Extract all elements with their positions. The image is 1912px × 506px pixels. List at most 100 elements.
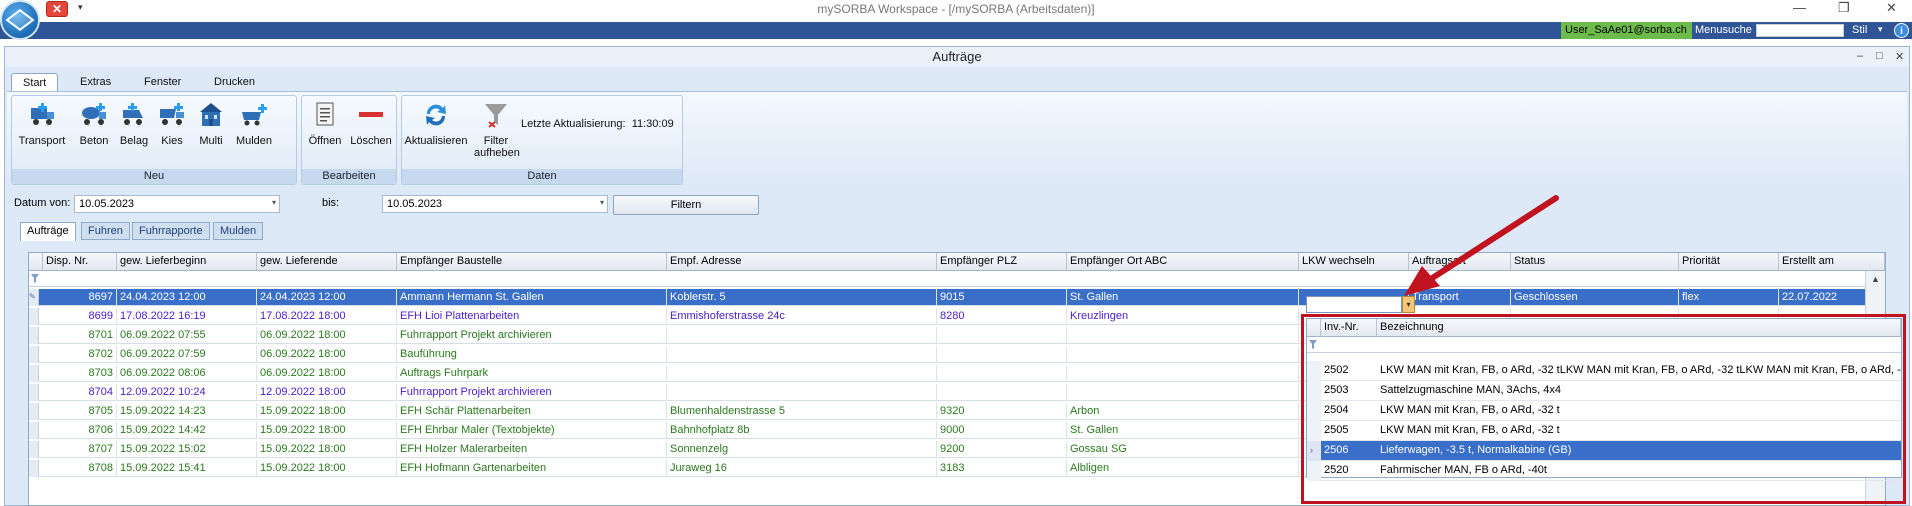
cell-disp-nr[interactable]: 8703 — [43, 365, 117, 382]
col-adresse[interactable]: Empf. Adresse — [667, 253, 937, 271]
lkw-change-input[interactable] — [1306, 296, 1402, 313]
cell-disp-nr[interactable]: 8701 — [43, 327, 117, 344]
style-dropdown-icon[interactable]: ▾ — [1878, 24, 1883, 35]
cell-ort[interactable]: St. Gallen — [1067, 422, 1299, 439]
dropdown-cell-desc[interactable]: LKW MAN mit Kran, FB, o ARd, -32 t — [1377, 401, 1901, 421]
cell-adresse[interactable] — [667, 365, 937, 382]
cell-disp-nr[interactable]: 8702 — [43, 346, 117, 363]
cell-adresse[interactable]: Bahnhofplatz 8b — [667, 422, 937, 439]
col-prioritaet[interactable]: Priorität — [1679, 253, 1779, 271]
cell-adresse[interactable] — [667, 346, 937, 363]
dropdown-row[interactable]: 2502 LKW MAN mit Kran, FB, o ARd, -32 tLK… — [1307, 361, 1901, 381]
cell-adresse[interactable] — [667, 384, 937, 401]
col-lieferbeginn[interactable]: gew. Lieferbeginn — [117, 253, 257, 271]
row-indicator[interactable] — [29, 441, 39, 458]
cell-ort[interactable]: St. Gallen — [1067, 289, 1299, 306]
col-disp-nr[interactable]: Disp. Nr. — [43, 253, 117, 271]
cell-disp-nr[interactable]: 8706 — [43, 422, 117, 439]
cell-lieferbeginn[interactable]: 06.09.2022 07:59 — [117, 346, 257, 363]
cell-lieferende[interactable]: 15.09.2022 18:00 — [257, 403, 397, 420]
dropdown-filter-row[interactable] — [1307, 337, 1901, 353]
cell-lieferende[interactable]: 15.09.2022 18:00 — [257, 422, 397, 439]
cell-plz[interactable] — [937, 365, 1067, 382]
cell-disp-nr[interactable]: 8699 — [43, 308, 117, 325]
window-restore-button[interactable]: ❐ — [1838, 0, 1850, 16]
cell-plz[interactable] — [937, 327, 1067, 344]
open-button[interactable]: Öffnen — [304, 100, 346, 147]
tab-extras[interactable]: Extras — [69, 73, 122, 91]
row-indicator[interactable] — [29, 460, 39, 477]
dropdown-cell-desc[interactable]: Fahrmischer MAN, FB o ARd, -40t — [1377, 461, 1901, 481]
cell-ort[interactable] — [1067, 365, 1299, 382]
cell-plz[interactable] — [937, 346, 1067, 363]
cell-adresse[interactable]: Juraweg 16 — [667, 460, 937, 477]
cell-ort[interactable] — [1067, 346, 1299, 363]
cell-lieferende[interactable]: 06.09.2022 18:00 — [257, 327, 397, 344]
dropdown-cell-desc[interactable]: LKW MAN mit Kran, FB, o ARd, -32 t — [1377, 421, 1901, 441]
tab-drucken[interactable]: Drucken — [203, 73, 266, 91]
cell-lieferende[interactable]: 15.09.2022 18:00 — [257, 441, 397, 458]
cell-adresse[interactable]: Koblerstr. 5 — [667, 289, 937, 306]
date-to-input[interactable]: 10.05.2023 ▾ — [382, 195, 608, 213]
col-ort[interactable]: Empfänger Ort ABC — [1067, 253, 1299, 271]
cell-baustelle[interactable]: EFH Holzer Malerarbeiten — [397, 441, 667, 458]
cell-prioritaet[interactable]: flex — [1679, 289, 1779, 306]
scroll-up-icon[interactable]: ▲ — [1871, 274, 1880, 284]
cell-disp-nr[interactable]: 8707 — [43, 441, 117, 458]
cell-plz[interactable]: 9320 — [937, 403, 1067, 420]
delete-button[interactable]: Löschen — [348, 100, 394, 147]
cell-lieferbeginn[interactable]: 17.08.2022 16:19 — [117, 308, 257, 325]
child-minimize-button[interactable]: – — [1857, 50, 1863, 62]
cell-disp-nr[interactable]: 8697 — [43, 289, 117, 306]
belag-button[interactable]: Belag — [116, 100, 152, 147]
row-indicator[interactable] — [29, 384, 39, 401]
col-erstellt[interactable]: Erstellt am — [1779, 253, 1885, 271]
cell-ort[interactable]: Arbon — [1067, 403, 1299, 420]
cell-auftragsart[interactable]: Transport — [1409, 289, 1511, 306]
cell-adresse[interactable] — [667, 327, 937, 344]
dropdown-cell-inv[interactable]: 2520 — [1321, 461, 1377, 481]
dropdown-row[interactable]: 2503 Sattelzugmaschine MAN, 3Achs, 4x4 — [1307, 381, 1901, 401]
date-from-input[interactable]: 10.05.2023 ▾ — [74, 195, 280, 213]
row-indicator[interactable] — [29, 403, 39, 420]
col-lieferende[interactable]: gew. Lieferende — [257, 253, 397, 271]
cell-plz[interactable] — [937, 384, 1067, 401]
cell-lieferbeginn[interactable]: 24.04.2023 12:00 — [117, 289, 257, 306]
cell-lieferbeginn[interactable]: 15.09.2022 14:23 — [117, 403, 257, 420]
beton-button[interactable]: Beton — [76, 100, 112, 147]
cell-lieferbeginn[interactable]: 15.09.2022 15:02 — [117, 441, 257, 458]
child-close-button[interactable]: ✕ — [1895, 50, 1904, 63]
info-icon[interactable]: i — [1894, 23, 1909, 38]
dropdown-cell-inv[interactable]: 2503 — [1321, 381, 1377, 401]
col-plz[interactable]: Empfänger PLZ — [937, 253, 1067, 271]
tab-fenster[interactable]: Fenster — [133, 73, 192, 91]
window-minimize-button[interactable]: — — [1793, 0, 1806, 15]
cell-ort[interactable] — [1067, 327, 1299, 344]
cell-lieferbeginn[interactable]: 06.09.2022 07:55 — [117, 327, 257, 344]
table-row[interactable]: ✎ 8697 24.04.2023 12:00 24.04.2023 12:00 Amm… — [29, 289, 1885, 306]
dropdown-cell-desc[interactable]: Sattelzugmaschine MAN, 3Achs, 4x4 — [1377, 381, 1901, 401]
cell-lieferbeginn[interactable]: 06.09.2022 08:06 — [117, 365, 257, 382]
dropdown-row[interactable]: 2505 LKW MAN mit Kran, FB, o ARd, -32 t — [1307, 421, 1901, 441]
cell-plz[interactable]: 9015 — [937, 289, 1067, 306]
kies-button[interactable]: Kies — [154, 100, 190, 147]
row-indicator[interactable] — [29, 346, 39, 363]
subtab-fuhren[interactable]: Fuhren — [81, 222, 130, 240]
cell-adresse[interactable]: Emmishoferstrasse 24c — [667, 308, 937, 325]
mulden-button[interactable]: Mulden — [232, 100, 276, 147]
subtab-mulden[interactable]: Mulden — [213, 222, 264, 240]
clear-filter-button[interactable]: Filter aufheben — [470, 100, 522, 159]
cell-plz[interactable]: 9000 — [937, 422, 1067, 439]
cell-lieferende[interactable]: 06.09.2022 18:00 — [257, 346, 397, 363]
multi-button[interactable]: Multi — [194, 100, 228, 147]
row-indicator[interactable] — [29, 308, 39, 325]
cell-lieferende[interactable]: 12.09.2022 18:00 — [257, 384, 397, 401]
cell-baustelle[interactable]: EFH Lioi Plattenarbeiten — [397, 308, 667, 325]
cell-status[interactable]: Geschlossen — [1511, 289, 1679, 306]
col-lkw-wechseln[interactable]: LKW wechseln — [1299, 253, 1409, 271]
cell-baustelle[interactable]: EFH Schär Plattenarbeiten — [397, 403, 667, 420]
subtab-auftraege[interactable]: Aufträge — [20, 222, 76, 241]
chevron-down-icon[interactable]: ▾ — [600, 198, 604, 207]
row-indicator[interactable] — [29, 422, 39, 439]
col-baustelle[interactable]: Empfänger Baustelle — [397, 253, 667, 271]
